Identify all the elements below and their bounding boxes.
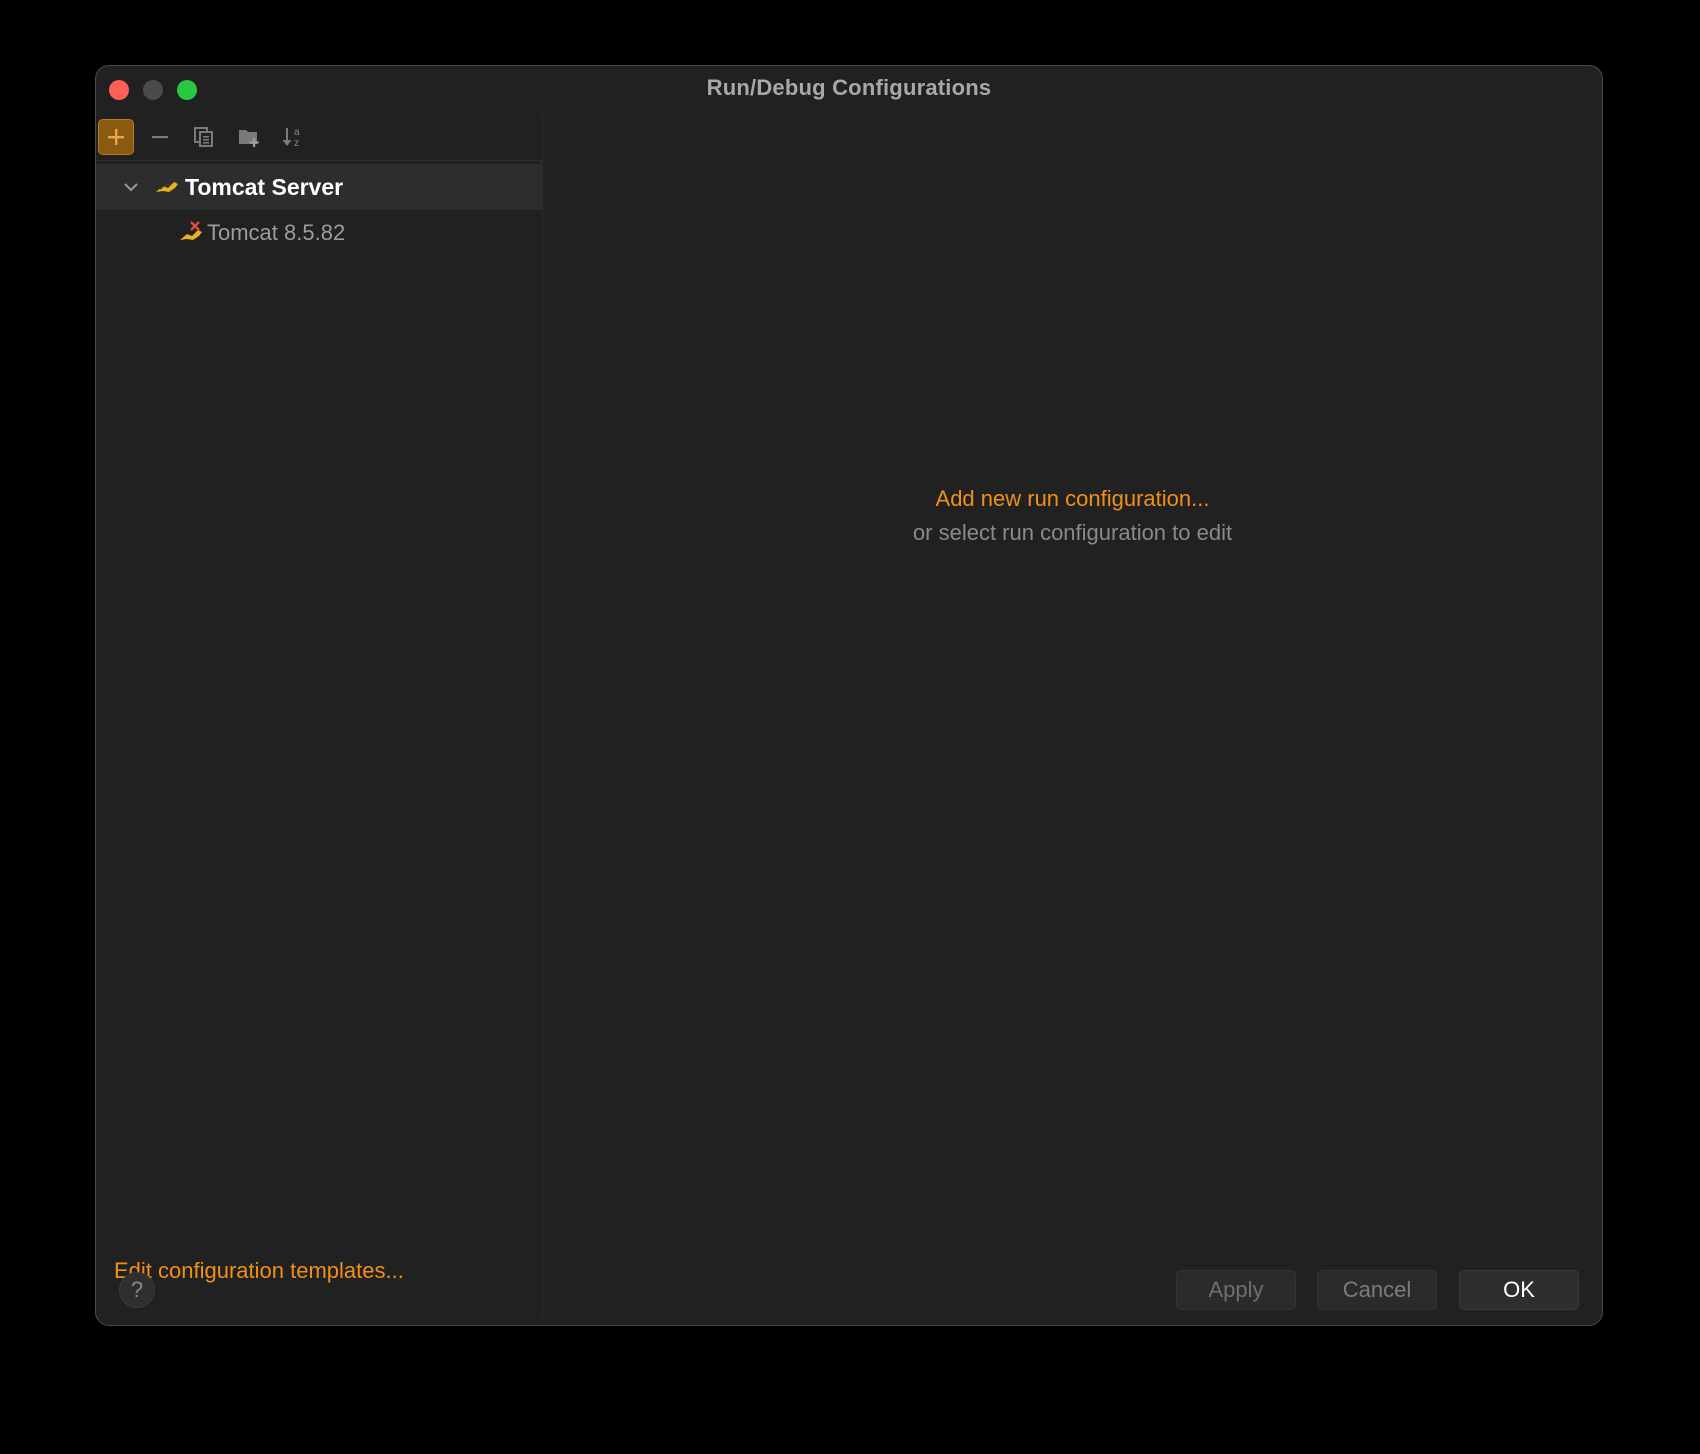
remove-icon [152, 136, 168, 139]
new-folder-button[interactable] [231, 119, 267, 155]
add-new-run-configuration-link[interactable]: Add new run configuration... [543, 486, 1602, 512]
empty-state-hint: or select run configuration to edit [912, 520, 1233, 545]
sort-configurations-button[interactable]: a z [275, 119, 311, 155]
tree-group-tomcat-server[interactable]: Tomcat Server [96, 164, 542, 210]
title-bar: Run/Debug Configurations [96, 66, 1602, 112]
empty-state-panel: Add new run configuration... or select r… [543, 486, 1602, 546]
add-icon [108, 129, 124, 145]
configurations-tree-pane: a z Tomcat Server Tomcat 8.5.82 Edit con… [96, 116, 543, 1316]
run-debug-configurations-dialog: Run/Debug Configurations a z Tomcat Serv… [95, 65, 1603, 1326]
help-button[interactable]: ? [119, 1272, 155, 1308]
tree-group-label: Tomcat Server [185, 174, 344, 200]
copy-configuration-button[interactable] [186, 119, 222, 155]
remove-configuration-button[interactable] [142, 119, 178, 155]
edit-configuration-templates-link[interactable]: Edit configuration templates... [114, 1258, 404, 1284]
copy-icon [194, 127, 213, 147]
apply-button[interactable]: Apply [1176, 1270, 1296, 1310]
tree-item-label: Tomcat 8.5.82 [207, 220, 346, 245]
cancel-button[interactable]: Cancel [1317, 1270, 1437, 1310]
chevron-down-icon[interactable] [122, 178, 140, 196]
tree-item-tomcat-8-5-82[interactable]: Tomcat 8.5.82 [96, 210, 542, 256]
new-folder-icon [239, 130, 259, 147]
sort-alpha-icon: a z [282, 127, 300, 149]
configurations-tree: Tomcat Server Tomcat 8.5.82 [96, 164, 542, 256]
svg-text:a: a [294, 127, 300, 138]
window-title: Run/Debug Configurations [706, 75, 992, 100]
tomcat-icon [156, 182, 178, 192]
ok-button[interactable]: OK [1459, 1270, 1579, 1310]
svg-text:z: z [294, 138, 299, 149]
tomcat-error-icon [180, 221, 202, 240]
add-configuration-button[interactable] [98, 119, 134, 155]
tree-toolbar: a z [96, 116, 542, 161]
